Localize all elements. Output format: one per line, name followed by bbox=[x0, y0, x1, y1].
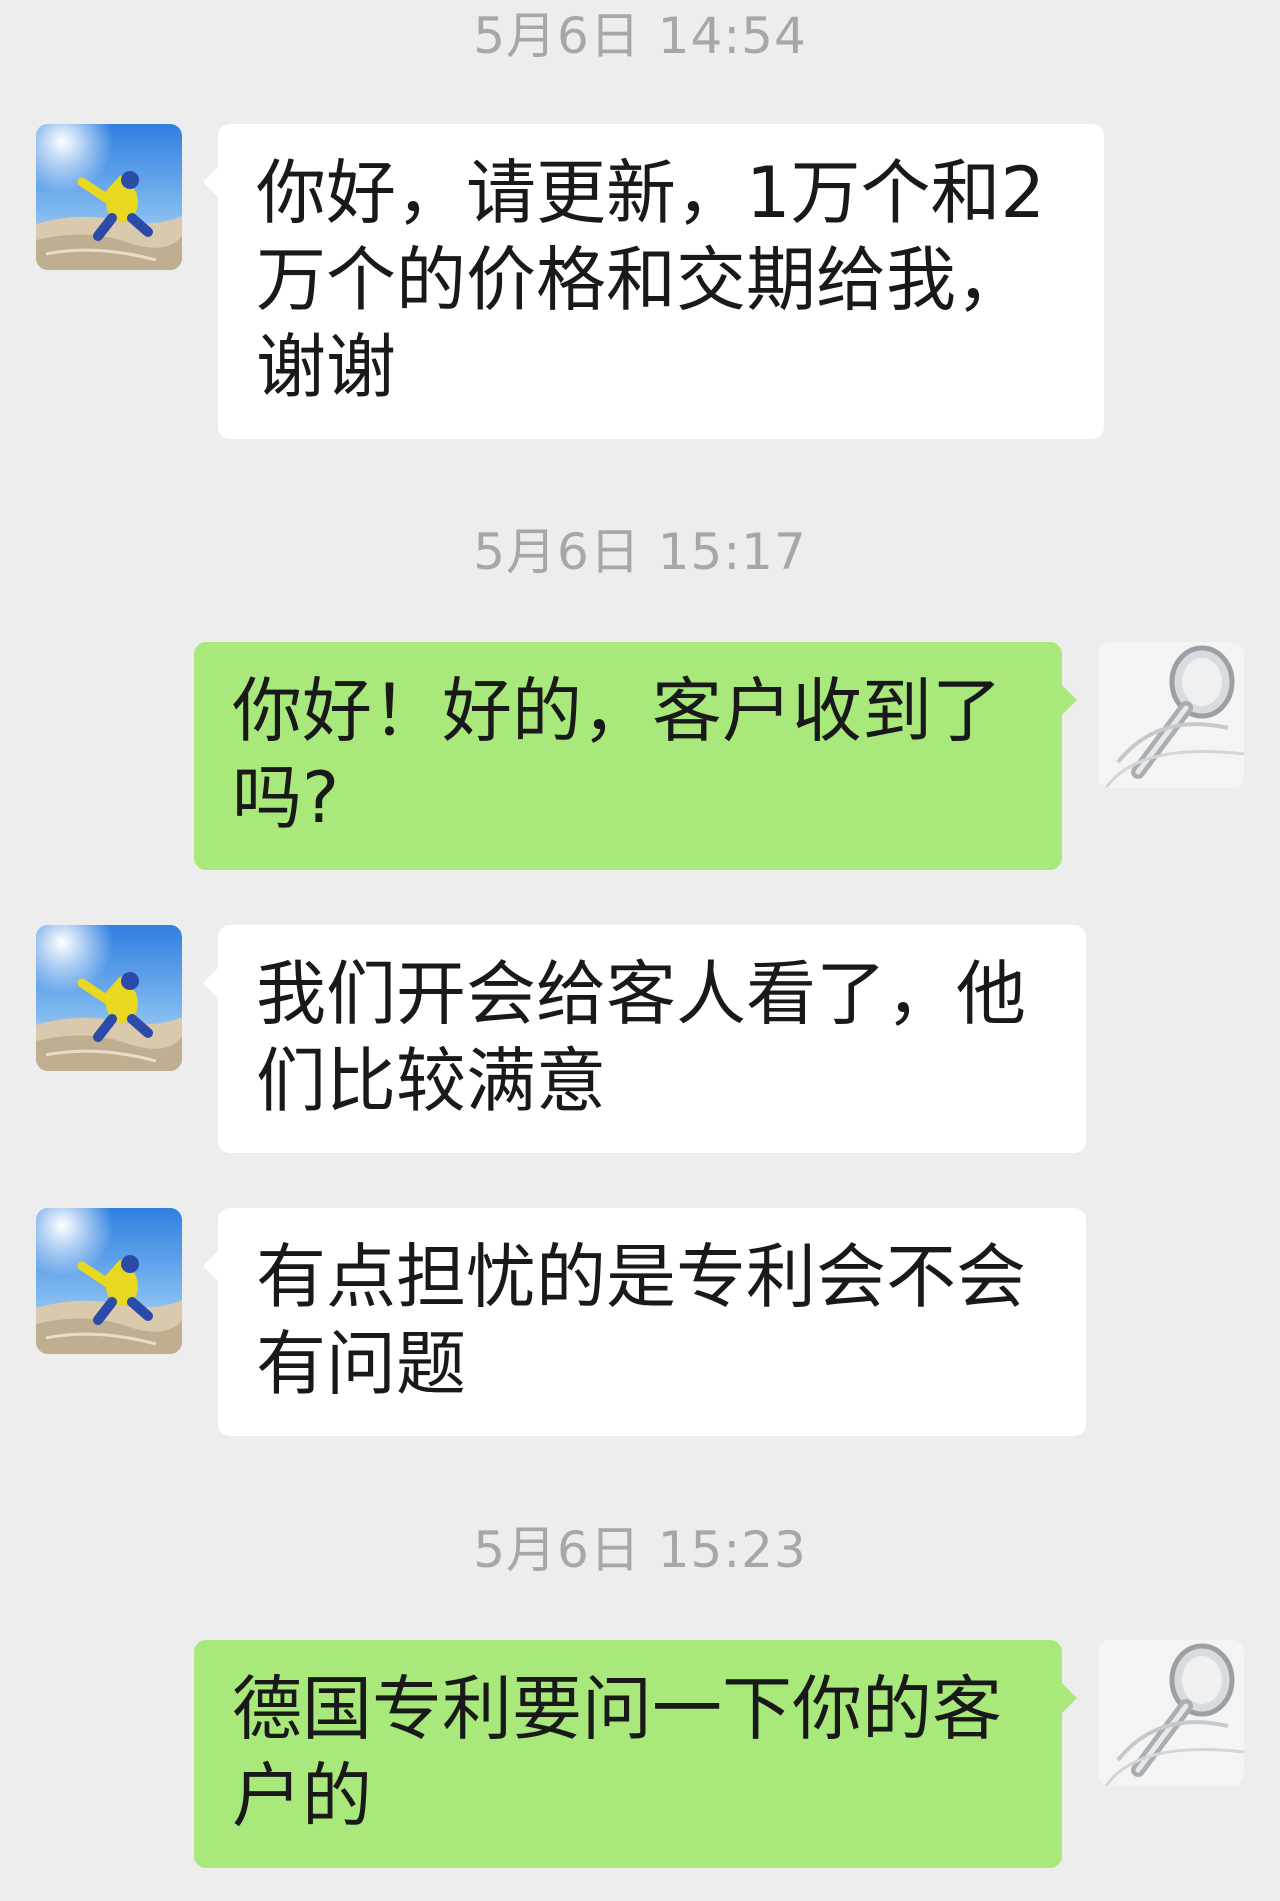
shower-head-avatar-icon bbox=[1098, 642, 1244, 788]
my-avatar[interactable] bbox=[1098, 1640, 1244, 1786]
person-jumping-desert-avatar-icon bbox=[36, 124, 182, 270]
person-jumping-desert-avatar-icon bbox=[36, 1208, 182, 1354]
person-jumping-desert-avatar-icon bbox=[36, 925, 182, 1071]
timestamp: 5月6日 15:17 bbox=[473, 523, 807, 581]
timestamp: 5月6日 14:54 bbox=[473, 7, 807, 65]
outgoing-message-bubble[interactable]: 德国专利要问一下你的客户的 bbox=[194, 1640, 1077, 1868]
incoming-message-bubble[interactable]: 你好，请更新，1万个和2万个的价格和交期给我，谢谢 bbox=[203, 124, 1104, 439]
contact-avatar[interactable] bbox=[36, 1208, 182, 1354]
contact-avatar[interactable] bbox=[36, 925, 182, 1071]
contact-avatar[interactable] bbox=[36, 124, 182, 270]
outgoing-message-bubble[interactable]: 你好！好的，客户收到了吗? bbox=[194, 642, 1077, 870]
my-avatar[interactable] bbox=[1098, 642, 1244, 788]
incoming-message-bubble[interactable]: 有点担忧的是专利会不会有问题 bbox=[203, 1208, 1086, 1436]
shower-head-avatar-icon bbox=[1098, 1640, 1244, 1786]
timestamp: 5月6日 15:23 bbox=[473, 1521, 807, 1579]
incoming-message-bubble[interactable]: 我们开会给客人看了，他们比较满意 bbox=[203, 925, 1086, 1153]
chat-view[interactable]: 5月6日 14:54 你好，请更新，1万个和2万个的价格和交期给我，谢谢 5月6… bbox=[0, 0, 1280, 1901]
